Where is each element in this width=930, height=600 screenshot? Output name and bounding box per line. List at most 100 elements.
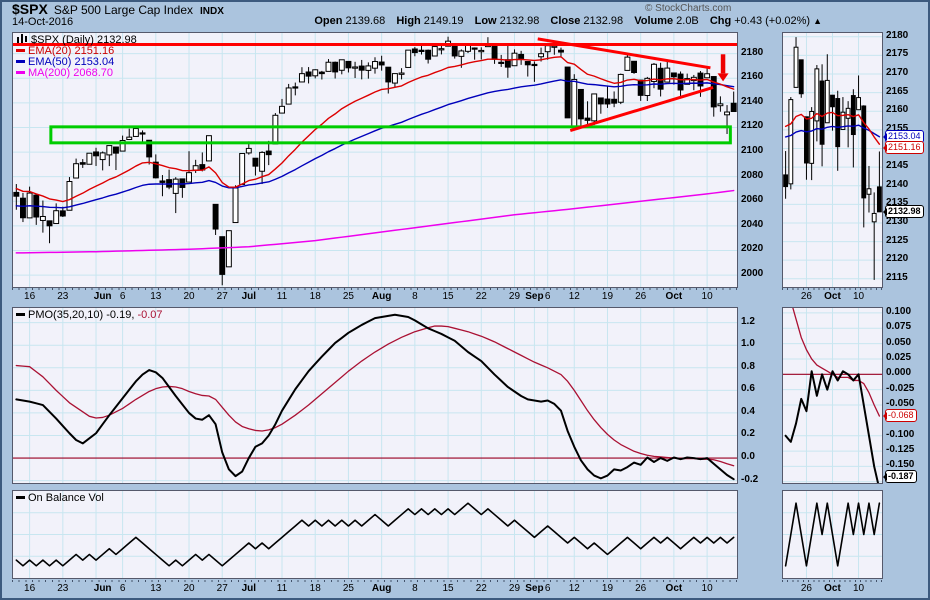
price-inset-y-axis-label: 2145	[886, 161, 908, 171]
pmo-zoom-inset	[782, 307, 883, 484]
pmo-y-axis-label: 0.2	[741, 429, 755, 439]
stockcharts-credit: © StockCharts.com	[645, 3, 731, 14]
x-axis-label: 18	[298, 583, 332, 594]
open-label: Open	[314, 15, 342, 27]
quote-summary: Open2139.68 High 2149.19 Low2132.98 Close…	[314, 15, 822, 27]
price-inset-y-axis-label: 2125	[886, 236, 908, 246]
x-axis-label: Jul	[232, 583, 266, 594]
x-axis-label: 19	[590, 291, 624, 302]
axis-tick-marks	[12, 580, 738, 582]
pmo-inset-y-axis-label: 0.000	[886, 368, 911, 378]
pmo-legend: PMO(35,20,10) -0.19, -0.07	[16, 310, 163, 321]
pmo-inset-y-axis-label: -0.050	[886, 399, 914, 409]
price-inset-y-axis-label: 2120	[886, 254, 908, 264]
ma200-swatch	[16, 71, 25, 74]
x-axis-label: 25	[331, 583, 365, 594]
pmo-inset-y-axis-label: -0.100	[886, 430, 914, 440]
x-axis-label: 6	[106, 291, 140, 302]
price-callout: 2151.16	[885, 141, 924, 154]
x-axis-label: 13	[139, 583, 173, 594]
obv-swatch	[16, 496, 25, 499]
exchange-label: INDX	[200, 6, 224, 17]
axis-tick-marks	[782, 288, 883, 290]
low-label: Low	[475, 15, 497, 27]
inset-x-axis-label: 10	[842, 583, 876, 594]
x-axis-label: 16	[13, 583, 47, 594]
inset-x-axis-label: 10	[842, 291, 876, 302]
price-y-axis-label: 2000	[741, 269, 763, 279]
x-axis-label: 22	[464, 291, 498, 302]
price-y-axis-label: 2060	[741, 195, 763, 205]
pmo-signal-value: -0.07	[134, 309, 162, 321]
price-inset-y-axis-label: 2130	[886, 217, 908, 227]
price-y-axis-label: 2140	[741, 97, 763, 107]
pmo-y-axis-label: 1.0	[741, 339, 755, 349]
price-y-axis-label: 2160	[741, 72, 763, 82]
x-axis-label: 16	[13, 291, 47, 302]
x-axis-label: Aug	[365, 291, 399, 302]
x-axis-label: 26	[624, 583, 658, 594]
price-inset-canvas	[783, 33, 882, 287]
price-inset-y-axis-label: 2170	[886, 68, 908, 78]
x-axis-label: 19	[590, 583, 624, 594]
index-name: S&P 500 Large Cap Index	[54, 3, 193, 17]
x-axis-label: 18	[298, 291, 332, 302]
x-axis-label: 6	[106, 583, 140, 594]
x-axis-label: Oct	[657, 583, 691, 594]
x-axis-label: 11	[265, 583, 299, 594]
ma200-legend-label: MA(200) 2068.70	[28, 67, 113, 79]
pmo-inset-y-axis-label: 0.100	[886, 307, 911, 317]
pmo-y-axis-label: 1.2	[741, 317, 755, 327]
high-label: High	[396, 15, 420, 27]
x-axis-label: Jul	[232, 291, 266, 302]
price-y-axis-label: 2120	[741, 121, 763, 131]
pmo-y-axis-label: -0.2	[741, 475, 758, 485]
price-chart-canvas	[13, 33, 737, 287]
volume-value: 2.0B	[676, 15, 699, 27]
price-inset-y-axis-label: 2140	[886, 180, 908, 190]
obv-indicator-chart	[12, 490, 738, 579]
x-axis-label: 10	[690, 291, 724, 302]
change-label: Chg	[710, 15, 731, 27]
x-axis-label: 23	[46, 291, 80, 302]
stockcharts-sharpchart: $SPXS&P 500 Large Cap IndexINDX © StockC…	[0, 0, 930, 600]
x-axis-label: 15	[431, 291, 465, 302]
x-axis-label: 12	[557, 583, 591, 594]
pmo-inset-y-axis-label: 0.025	[886, 353, 911, 363]
chart-date: 14-Oct-2016	[12, 16, 73, 28]
price-inset-y-axis-label: 2175	[886, 49, 908, 59]
open-value: 2139.68	[345, 15, 385, 27]
ema50-swatch	[16, 60, 25, 63]
axis-tick-marks	[12, 288, 738, 290]
price-y-axis-label: 2040	[741, 220, 763, 230]
pmo-swatch	[16, 313, 25, 316]
price-y-axis-label: 2020	[741, 244, 763, 254]
price-inset-y-axis-label: 2160	[886, 105, 908, 115]
price-y-axis-label: 2100	[741, 146, 763, 156]
x-axis-label: 25	[331, 291, 365, 302]
main-price-chart	[12, 32, 738, 288]
pmo-y-axis-label: 0.4	[741, 407, 755, 417]
pmo-inset-y-axis-label: 0.050	[886, 338, 911, 348]
high-value: 2149.19	[424, 15, 464, 27]
x-axis-label: 11	[265, 291, 299, 302]
pmo-indicator-chart	[12, 307, 738, 484]
price-y-axis-label: 2180	[741, 48, 763, 58]
close-label: Close	[550, 15, 580, 27]
pmo-y-axis-label: 0.6	[741, 384, 755, 394]
pmo-inset-y-axis-label: -0.025	[886, 384, 914, 394]
x-axis-label: Oct	[657, 291, 691, 302]
x-axis-label: 20	[172, 583, 206, 594]
x-axis-label: 13	[139, 291, 173, 302]
axis-tick-marks	[782, 580, 883, 582]
x-axis-label: 20	[172, 291, 206, 302]
x-axis-label: 22	[464, 583, 498, 594]
change-up-arrow-icon: ▲	[813, 16, 822, 26]
ma200-legend: MA(200) 2068.70	[16, 68, 113, 79]
x-axis-label: 12	[557, 291, 591, 302]
price-y-axis-label: 2080	[741, 171, 763, 181]
low-value: 2132.98	[500, 15, 540, 27]
x-axis-label: Aug	[365, 583, 399, 594]
volume-label: Volume	[634, 15, 673, 27]
price-inset-y-axis-label: 2180	[886, 31, 908, 41]
